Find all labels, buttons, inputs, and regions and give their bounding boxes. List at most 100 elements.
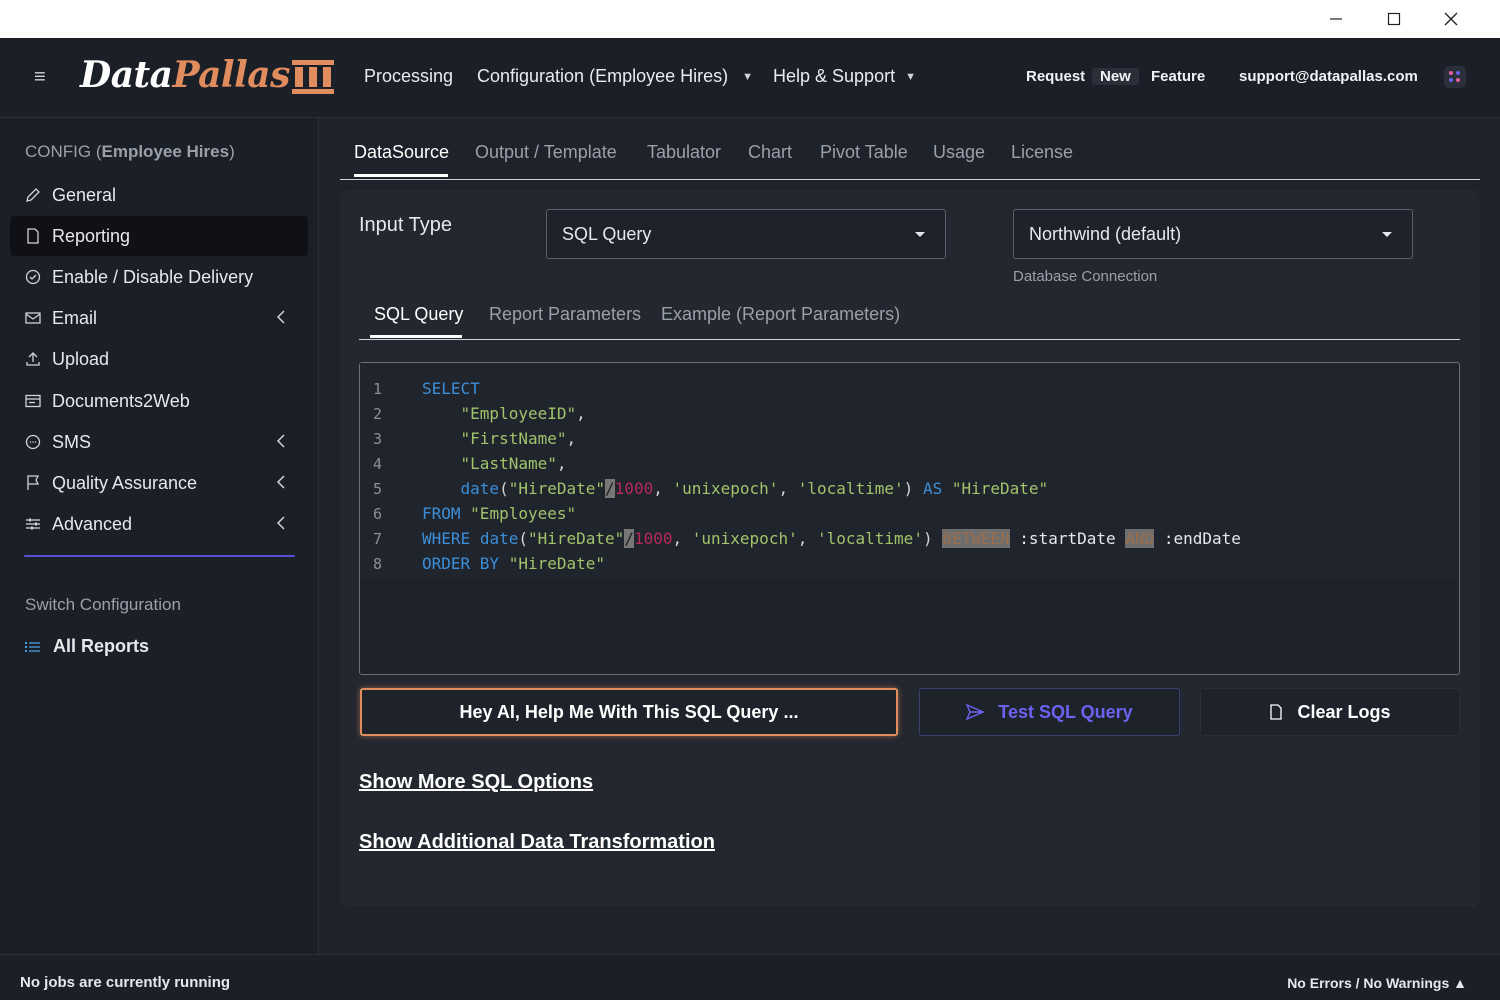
switch-configuration-label: Switch Configuration	[25, 595, 181, 614]
sidebar-item-upload[interactable]: Upload	[10, 339, 308, 379]
clear-logs-button[interactable]: Clear Logs	[1200, 688, 1460, 736]
jobs-status: No jobs are currently running	[20, 974, 231, 991]
nav-processing-label: Processing	[364, 66, 454, 86]
config-heading: CONFIG (Employee Hires)	[25, 142, 235, 162]
sidebar-divider	[24, 555, 295, 557]
ai-help-button[interactable]: Hey AI, Help Me With This SQL Query ...	[360, 688, 898, 736]
code-line: WHERE date("HireDate"/1000, 'unixepoch',…	[422, 529, 1241, 548]
input-type-value: SQL Query	[562, 223, 652, 244]
subtab-report-parameters[interactable]: Report Parameters	[489, 304, 641, 325]
active-subtab-indicator	[370, 335, 462, 338]
code-line: ORDER BY "HireDate"	[422, 554, 606, 573]
line-number: 1	[373, 380, 383, 398]
all-reports-label: All Reports	[53, 636, 150, 656]
document-icon	[1269, 704, 1283, 720]
all-reports-link[interactable]: All Reports	[25, 636, 149, 657]
nav-configuration[interactable]: Configuration (Employee Hires) ▼	[477, 66, 753, 87]
tab-chart[interactable]: Chart	[748, 142, 792, 163]
config-prefix: CONFIG (	[25, 142, 102, 161]
chevron-left-icon[interactable]	[276, 516, 286, 530]
sidebar: CONFIG (Employee Hires) General Reportin…	[0, 118, 319, 954]
flag-icon	[25, 475, 41, 491]
chevron-left-icon[interactable]	[276, 434, 286, 448]
hamburger-menu-icon[interactable]: ≡	[34, 66, 46, 89]
config-name: Employee Hires	[101, 142, 230, 161]
sidebar-item-email[interactable]: Email	[10, 298, 308, 338]
tab-output-template[interactable]: Output / Template	[475, 142, 617, 163]
mail-icon	[25, 310, 41, 326]
line-number: 3	[373, 430, 383, 448]
sidebar-item-sms[interactable]: SMS	[10, 422, 308, 462]
maximize-icon[interactable]	[1366, 0, 1422, 38]
browser-icon	[25, 393, 41, 409]
new-link[interactable]: New	[1092, 68, 1139, 85]
line-number: 2	[373, 405, 383, 423]
show-additional-data-transformation-link[interactable]: Show Additional Data Transformation	[359, 831, 715, 854]
sidebar-item-label: SMS	[52, 431, 92, 452]
sliders-icon	[25, 516, 41, 532]
ai-help-label: Hey AI, Help Me With This SQL Query ...	[459, 701, 799, 722]
sidebar-item-documents2web[interactable]: Documents2Web	[10, 381, 308, 421]
sidebar-item-reporting[interactable]: Reporting	[10, 216, 308, 256]
code-line: "LastName",	[460, 454, 567, 473]
code-line: SELECT	[422, 379, 480, 398]
database-connection-select[interactable]: Northwind (default)	[1013, 209, 1413, 259]
code-line: "EmployeeID",	[460, 404, 586, 423]
errors-warnings-status[interactable]: No Errors / No Warnings ▲	[1287, 975, 1467, 991]
database-connection-value: Northwind (default)	[1029, 223, 1182, 244]
upload-icon	[25, 351, 41, 367]
feature-link[interactable]: Feature	[1151, 68, 1205, 85]
tab-datasource[interactable]: DataSource	[354, 142, 449, 163]
caret-down-icon: ▼	[905, 71, 916, 83]
pillar-logo-icon	[292, 60, 334, 94]
tab-tabulator[interactable]: Tabulator	[647, 142, 721, 163]
minimize-icon[interactable]	[1308, 0, 1364, 38]
caret-down-icon: ▼	[742, 71, 753, 83]
check-circle-icon	[25, 269, 41, 285]
sql-editor[interactable]: 1 SELECT 2 "EmployeeID", 3 "FirstName", 4 "L…	[359, 362, 1460, 675]
subtab-sql-query[interactable]: SQL Query	[374, 304, 463, 325]
window-titlebar	[0, 0, 1500, 38]
tab-usage[interactable]: Usage	[933, 142, 985, 163]
sidebar-item-label: Quality Assurance	[52, 472, 198, 493]
chevron-left-icon[interactable]	[276, 310, 286, 324]
app-logo[interactable]: DataPallas	[80, 54, 290, 96]
request-link[interactable]: Request	[1026, 68, 1085, 85]
line-number: 6	[373, 505, 383, 523]
active-tab-indicator	[354, 174, 448, 177]
input-type-select[interactable]: SQL Query	[546, 209, 946, 259]
nav-help-support[interactable]: Help & Support ▼	[773, 66, 916, 87]
line-number: 7	[373, 530, 383, 548]
test-sql-query-label: Test SQL Query	[998, 701, 1133, 722]
subtab-example-report-parameters[interactable]: Example (Report Parameters)	[661, 304, 900, 325]
nav-configuration-label: Configuration (Employee Hires)	[477, 66, 729, 86]
line-number: 8	[373, 555, 383, 573]
close-icon[interactable]	[1423, 0, 1479, 38]
tab-license[interactable]: License	[1011, 142, 1073, 163]
show-more-sql-options-link[interactable]: Show More SQL Options	[359, 771, 593, 794]
sidebar-item-advanced[interactable]: Advanced	[10, 504, 308, 544]
chevron-left-icon[interactable]	[276, 475, 286, 489]
line-number: 5	[373, 480, 383, 498]
logo-word-data: Data	[80, 54, 173, 96]
tab-pivot-table[interactable]: Pivot Table	[820, 142, 908, 163]
sidebar-item-general[interactable]: General	[10, 175, 308, 215]
support-email-link[interactable]: support@datapallas.com	[1239, 68, 1418, 85]
status-bar: No jobs are currently running No Errors …	[0, 954, 1500, 1000]
sidebar-item-label: Advanced	[52, 513, 133, 534]
sidebar-item-enable-disable-delivery[interactable]: Enable / Disable Delivery	[10, 257, 308, 297]
main-tabs: DataSource Output / Template Tabulator C…	[340, 140, 1480, 180]
sql-subtabs: SQL Query Report Parameters Example (Rep…	[359, 302, 1460, 340]
sidebar-item-label: Upload	[52, 348, 110, 369]
code-line: FROM "Employees"	[422, 504, 577, 523]
nav-processing[interactable]: Processing	[364, 66, 453, 87]
document-icon	[25, 228, 41, 244]
test-sql-query-button[interactable]: Test SQL Query	[919, 688, 1180, 736]
apps-icon[interactable]	[1444, 66, 1466, 88]
sidebar-item-quality-assurance[interactable]: Quality Assurance	[10, 463, 308, 503]
nav-help-label: Help & Support	[773, 66, 896, 86]
sidebar-item-label: Enable / Disable Delivery	[52, 266, 254, 287]
clear-logs-label: Clear Logs	[1297, 701, 1391, 722]
top-navbar: ≡ DataPallas Processing Configuration (E…	[0, 38, 1500, 118]
config-suffix: )	[229, 142, 235, 161]
